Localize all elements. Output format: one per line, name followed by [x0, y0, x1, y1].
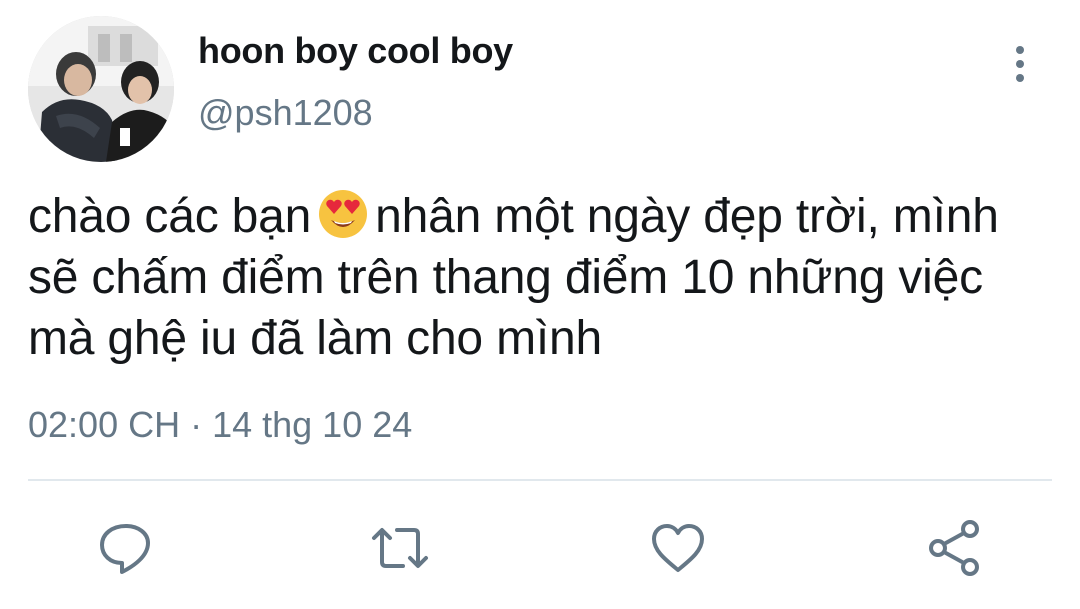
tweet-text-line-3: mà ghệ iu đã làm cho mình	[28, 312, 602, 365]
tweet-text: chào các bạn nhân một ngày đẹp trời, mìn…	[28, 186, 1073, 369]
divider	[28, 479, 1052, 481]
tweet-timestamp[interactable]: 02:00 CH · 14 thg 10 24	[28, 404, 412, 446]
vertical-ellipsis-icon	[1016, 46, 1024, 82]
user-handle[interactable]: @psh1208	[198, 92, 373, 134]
user-avatar[interactable]	[28, 16, 174, 162]
display-name[interactable]: hoon boy cool boy	[198, 30, 513, 72]
share-icon	[929, 520, 979, 576]
more-options-button[interactable]	[1000, 42, 1040, 86]
like-button[interactable]	[648, 518, 708, 578]
heart-eyes-emoji-icon	[317, 188, 369, 240]
reply-button[interactable]	[96, 518, 156, 578]
tweet-text-line-1: chào các bạn nhân một ngày đẹp trời, mìn…	[28, 186, 1073, 247]
reply-icon	[100, 524, 150, 574]
tweet-card: hoon boy cool boy @psh1208 chào các bạn …	[0, 0, 1080, 609]
tweet-text-line-1-end: nhân một ngày đẹp trời, mình	[375, 190, 999, 243]
retweet-button[interactable]	[370, 518, 430, 578]
avatar-photo	[28, 16, 174, 162]
share-button[interactable]	[924, 518, 984, 578]
tweet-text-line-2: sẽ chấm điểm trên thang điểm 10 những vi…	[28, 251, 983, 304]
like-icon	[652, 524, 704, 572]
retweet-icon	[372, 528, 428, 568]
tweet-text-line-1-start: chào các bạn	[28, 190, 312, 243]
